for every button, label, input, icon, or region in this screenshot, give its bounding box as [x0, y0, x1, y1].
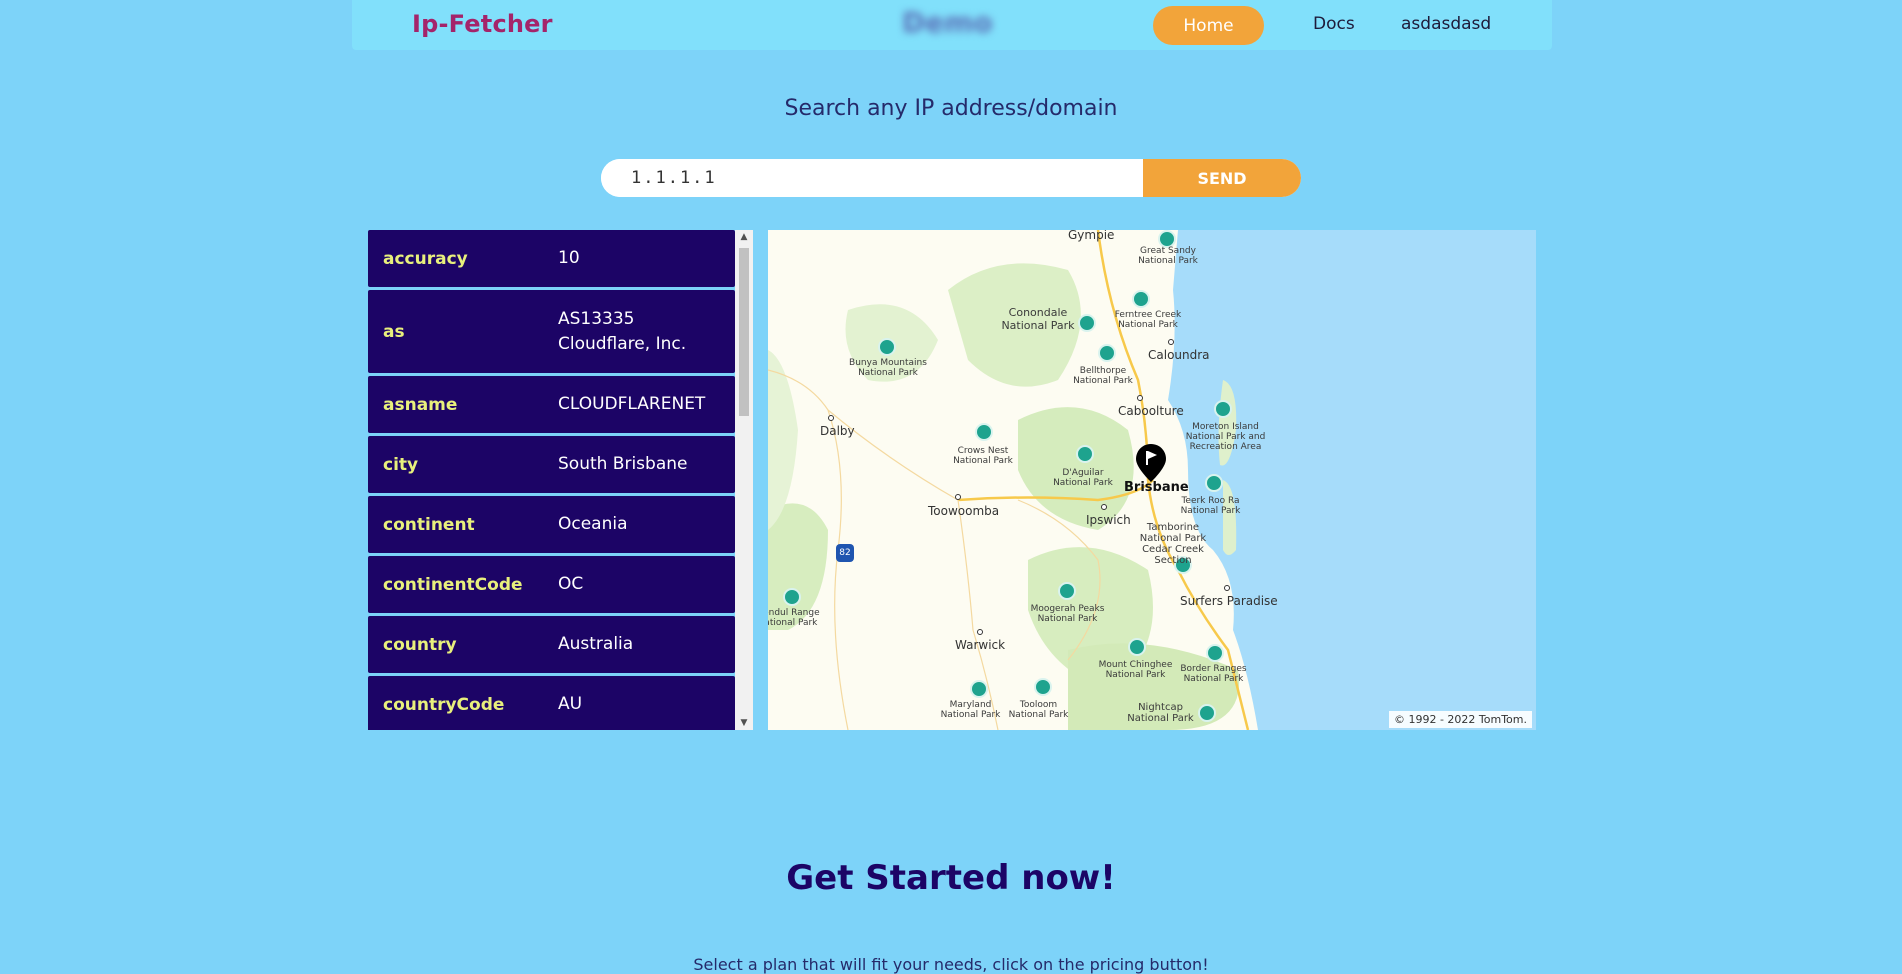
row-key: country: [383, 634, 457, 655]
row-value: CLOUDFLARENET: [558, 394, 706, 414]
row-value: Oceania: [558, 514, 628, 534]
user-link[interactable]: asdasdasd: [1401, 14, 1491, 34]
table-row: continent Oceania: [368, 496, 735, 553]
park-icon: [783, 588, 801, 606]
map-label: Dalby: [820, 424, 855, 438]
send-button[interactable]: SEND: [1143, 159, 1301, 197]
table-row: country Australia: [368, 616, 735, 673]
map-label: Tamborine National Park Cedar Creek Sect…: [1139, 522, 1207, 566]
table-row: continentCode OC: [368, 556, 735, 613]
row-key: continent: [383, 514, 475, 535]
map-label: D'Aguilar National Park: [1053, 468, 1113, 488]
docs-link[interactable]: Docs: [1313, 14, 1355, 34]
scroll-thumb[interactable]: [739, 248, 749, 416]
search-bar: SEND: [601, 159, 1301, 197]
map-label: Border Ranges National Park: [1180, 664, 1247, 684]
blurred-title: Demo: [902, 6, 993, 39]
map-label: Ferntree Creek National Park: [1114, 310, 1182, 330]
table-scrollbar[interactable]: ▲ ▼: [735, 230, 753, 730]
park-icon: [1205, 474, 1223, 492]
row-key: as: [383, 321, 405, 342]
park-icon: [1198, 704, 1216, 722]
highway-shield-icon: 82: [836, 544, 854, 562]
row-value: OC: [558, 574, 584, 594]
row-key: countryCode: [383, 694, 505, 715]
map-label: Toowoomba: [928, 504, 1000, 518]
map-label: Mondul Range National Park: [768, 608, 820, 628]
map-view[interactable]: Gympie Great Sandy National Park Cononda…: [768, 230, 1536, 730]
park-icon: [1214, 400, 1232, 418]
brand-logo[interactable]: Ip-Fetcher: [412, 10, 553, 38]
home-button[interactable]: Home: [1153, 6, 1264, 45]
row-key: accuracy: [383, 248, 468, 269]
row-key: asname: [383, 394, 458, 415]
get-started-subtitle: Select a plan that will fit your needs, …: [693, 955, 1209, 974]
scroll-down-icon[interactable]: ▼: [735, 718, 753, 728]
map-copyright: © 1992 - 2022 TomTom.: [1388, 711, 1532, 728]
location-pin-icon[interactable]: [1134, 442, 1168, 486]
map-label: Surfers Paradise: [1180, 594, 1278, 608]
park-icon: [1078, 314, 1096, 332]
park-icon: [1132, 290, 1150, 308]
park-icon: [970, 680, 988, 698]
row-value: AS13335 Cloudflare, Inc.: [558, 308, 687, 354]
top-nav: Ip-Fetcher Demo Home Docs asdasdasd: [352, 0, 1552, 50]
ip-input[interactable]: [601, 159, 1143, 197]
table-row: city South Brisbane: [368, 436, 735, 493]
park-icon: [1058, 582, 1076, 600]
results-table[interactable]: accuracy 10 as AS13335 Cloudflare, Inc. …: [368, 230, 753, 730]
row-key: continentCode: [383, 574, 523, 595]
map-label: Ipswich: [1086, 513, 1131, 527]
map-label: Gympie: [1068, 230, 1115, 242]
map-label: Crows Nest National Park: [953, 446, 1013, 466]
scroll-up-icon[interactable]: ▲: [735, 232, 753, 242]
search-title: Search any IP address/domain: [784, 96, 1118, 121]
map-label: Warwick: [955, 638, 1006, 652]
map-label: Moreton Island National Park and Recreat…: [1185, 422, 1266, 452]
row-value: Australia: [558, 634, 634, 654]
map-label: Moogerah Peaks National Park: [1030, 604, 1105, 624]
get-started-title: Get Started now!: [786, 858, 1116, 898]
park-icon: [975, 423, 993, 441]
park-icon: [1076, 445, 1094, 463]
row-value: 10: [558, 248, 580, 268]
map-label: Great Sandy National Park: [1138, 246, 1198, 266]
park-icon: [1034, 678, 1052, 696]
map-label: Conondale National Park: [1001, 306, 1075, 332]
table-row: as AS13335 Cloudflare, Inc.: [368, 290, 735, 373]
map-label: Teerk Roo Ra National Park: [1180, 496, 1241, 516]
park-icon: [1098, 344, 1116, 362]
table-row: accuracy 10: [368, 230, 735, 287]
table-row: countryCode AU: [368, 676, 735, 730]
map-label: Mount Chinghee National Park: [1098, 660, 1173, 680]
map-label: Caboolture: [1118, 404, 1184, 418]
row-value: South Brisbane: [558, 454, 688, 474]
map-label: Bunya Mountains National Park: [849, 358, 927, 378]
map-label: Tooloom National Park: [1008, 700, 1069, 720]
row-key: city: [383, 454, 419, 475]
map-label: Maryland National Park: [940, 700, 1001, 720]
map-label: Bellthorpe National Park: [1073, 366, 1133, 386]
park-icon: [1128, 638, 1146, 656]
map-label: Nightcap National Park: [1127, 702, 1194, 724]
map-label: Caloundra: [1148, 348, 1210, 362]
row-value: AU: [558, 694, 583, 714]
park-icon: [878, 338, 896, 356]
park-icon: [1206, 644, 1224, 662]
table-row: asname CLOUDFLARENET: [368, 376, 735, 433]
